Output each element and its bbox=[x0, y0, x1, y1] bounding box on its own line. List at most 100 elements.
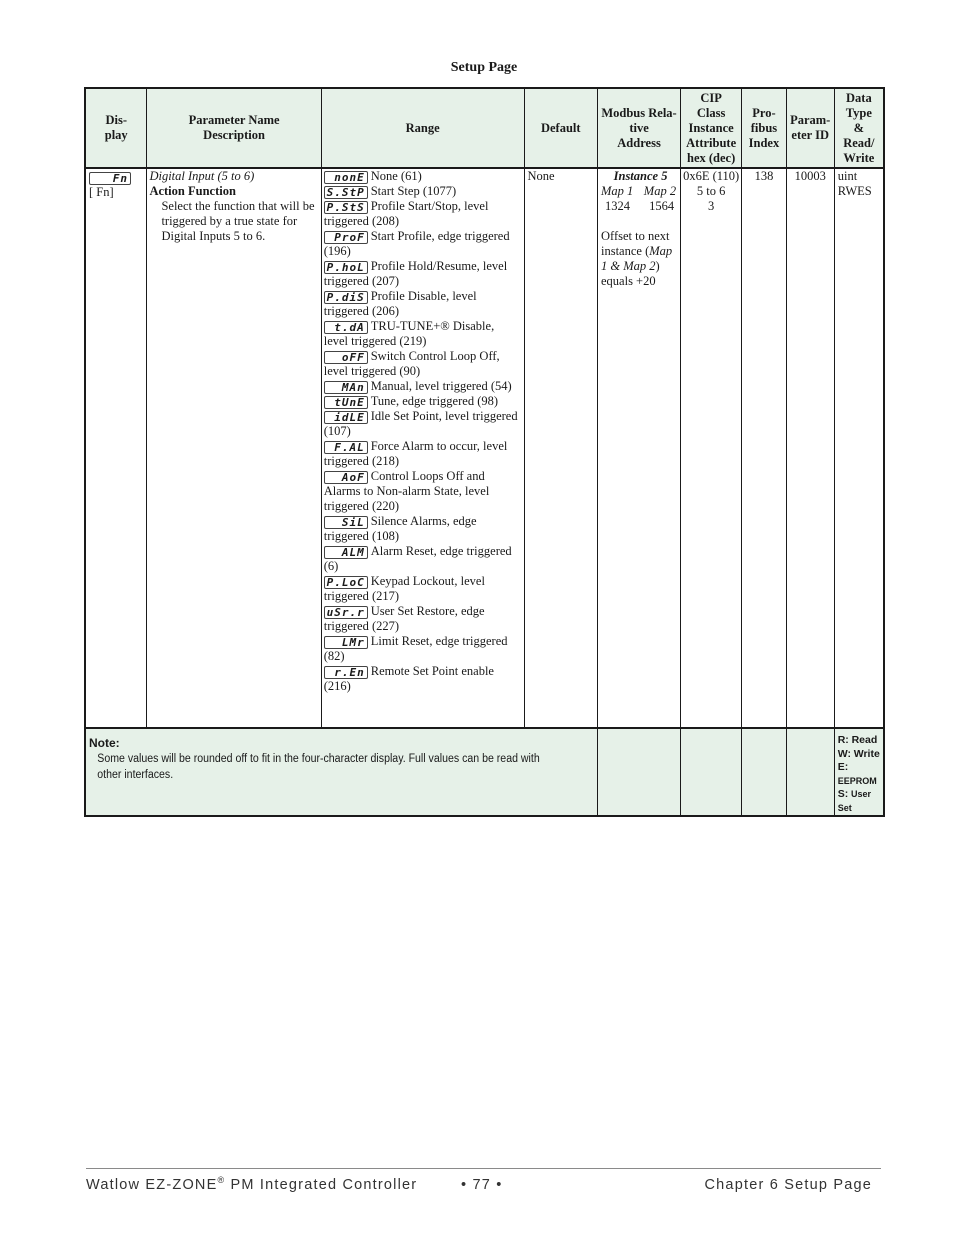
header-line: CIP bbox=[700, 90, 722, 105]
range-option: AoF Control Loops Off and Alarms to Non-a… bbox=[323, 469, 522, 514]
range-option: LMr Limit Reset, edge triggered (82) bbox=[323, 634, 522, 664]
legend-key: E: bbox=[837, 761, 849, 773]
legend-value: Write bbox=[853, 747, 880, 760]
seven-segment-code-icon: AoF bbox=[323, 470, 368, 484]
header-line: Class bbox=[696, 105, 726, 120]
data-type: uint bbox=[837, 169, 858, 183]
header-line: hex (dec) bbox=[687, 150, 736, 165]
legend-item: S: User Set bbox=[838, 788, 881, 815]
cip-attribute: 3 bbox=[708, 199, 715, 213]
cip-cell: 0x6E (110) 5 to 6 3 bbox=[680, 167, 743, 729]
read-write: RWES bbox=[837, 184, 872, 198]
header-line: Parameter Name bbox=[188, 113, 280, 127]
seven-segment-code-icon: P.LoC bbox=[323, 575, 368, 589]
range-option: ProF Start Profile, edge triggered (196) bbox=[323, 229, 522, 259]
header-cip: CIP Class Instance Attribute hex (dec) bbox=[680, 87, 743, 169]
seven-segment-code-icon: F.AL bbox=[323, 440, 368, 454]
parameter-group: Digital Input (5 to 6) bbox=[149, 169, 255, 183]
header-line: Attribute bbox=[686, 135, 737, 150]
footer-product: Watlow EZ-ZONE® PM Integrated Controller bbox=[86, 1176, 461, 1193]
data-type-cell: uint RWES bbox=[833, 167, 885, 729]
page-title: Setup Page bbox=[450, 60, 518, 75]
note-row: Note: Some values will be rounded off to… bbox=[84, 727, 885, 817]
header-display: Dis-play bbox=[84, 87, 148, 169]
header-line: Read/ bbox=[843, 135, 875, 150]
range-option: P.diS Profile Disable, level triggered (2… bbox=[323, 289, 522, 319]
range-list: nonE None (61) S.StP Start Step (1077) P.StS… bbox=[323, 169, 522, 694]
modbus-cell: Instance 5 Map 1 Map 2 1324 1564 Offset … bbox=[596, 167, 682, 729]
range-option: uSr.r User Set Restore, edge triggered (2… bbox=[323, 604, 522, 634]
display-label: [ Fn] bbox=[89, 185, 114, 200]
seven-segment-code-icon: ProF bbox=[323, 230, 368, 244]
modbus-offset-note: Offset to next instance (Map 1 & Map 2) … bbox=[601, 229, 680, 289]
map2-value: 1564 bbox=[649, 199, 675, 213]
seven-segment-code-icon: LMr bbox=[323, 635, 368, 649]
modbus-instance: Instance 5 bbox=[613, 169, 668, 183]
header-data-type: Data Type & Read/Write bbox=[833, 87, 885, 169]
range-option: idLE Idle Set Point, level triggered (107… bbox=[323, 409, 522, 439]
parameter-name: Action Function bbox=[149, 184, 236, 198]
header-line: fibus bbox=[750, 120, 778, 135]
seven-segment-display-code: Fn bbox=[89, 172, 131, 186]
seven-segment-code-icon: S.StP bbox=[323, 185, 368, 199]
header-line: Dis- bbox=[105, 113, 127, 127]
range-option: t.dA TRU-TUNE+® Disable, level triggered … bbox=[323, 319, 522, 349]
header-line: Type bbox=[845, 105, 872, 120]
header-line: & bbox=[853, 120, 865, 135]
range-option: F.AL Force Alarm to occur, level triggere… bbox=[323, 439, 522, 469]
header-line: tive bbox=[629, 120, 649, 135]
chapter-title: Chapter 6 Setup Page bbox=[704, 1177, 872, 1193]
table-row: Fn [ Fn] Digital Input (5 to 6) Action F… bbox=[84, 167, 885, 729]
empty-cell bbox=[680, 727, 743, 817]
range-option: P.hoL Profile Hold/Resume, level triggere… bbox=[323, 259, 522, 289]
header-line: Param- bbox=[790, 113, 831, 127]
profibus-cell: 138 bbox=[741, 167, 787, 729]
empty-cell bbox=[596, 727, 682, 817]
page-footer: Watlow EZ-ZONE® PM Integrated Controller… bbox=[86, 1176, 872, 1193]
seven-segment-code-icon: nonE bbox=[323, 170, 368, 184]
seven-segment-code-icon: tUnE bbox=[323, 395, 368, 409]
read-write-legend: R: Read W: Write E: EEPROM S: User Set bbox=[833, 727, 885, 817]
range-option: r.En Remote Set Point enable (216) bbox=[323, 664, 522, 694]
setup-parameter-table: Dis-play Parameter Name Description Range… bbox=[84, 87, 885, 817]
product-name-rest: PM Integrated Controller bbox=[225, 1177, 418, 1193]
header-line: Data bbox=[846, 90, 872, 105]
range-option: ALM Alarm Reset, edge triggered (6) bbox=[323, 544, 522, 574]
seven-segment-code-icon: ALM bbox=[323, 545, 368, 559]
range-cell: nonE None (61) S.StP Start Step (1077) P.StS… bbox=[320, 167, 525, 729]
parameter-name-cell: Digital Input (5 to 6) Action Function S… bbox=[146, 167, 322, 729]
page-number: • 77 • bbox=[461, 1177, 503, 1193]
legend-key: S: bbox=[837, 788, 849, 800]
seven-segment-code-icon: MAn bbox=[323, 380, 368, 394]
seven-segment-code-icon: P.StS bbox=[323, 200, 368, 214]
parameter-id-cell: 10003 bbox=[785, 167, 835, 729]
range-option: S.StP Start Step (1077) bbox=[323, 184, 522, 199]
legend-key: W: bbox=[837, 747, 851, 760]
range-option-text: Tune, edge triggered (98) bbox=[370, 394, 499, 408]
range-option: SiL Silence Alarms, edge triggered (108) bbox=[323, 514, 522, 544]
header-line: Address bbox=[617, 135, 661, 150]
range-option: oFF Switch Control Loop Off, level trigge… bbox=[323, 349, 522, 379]
modbus-map-labels: Map 1 Map 2 bbox=[601, 184, 680, 199]
range-option-text: None (61) bbox=[370, 169, 422, 183]
display-cell: Fn [ Fn] bbox=[84, 167, 148, 729]
header-parameter-id: Param-eter ID bbox=[785, 87, 835, 169]
header-line: Description bbox=[203, 128, 265, 142]
seven-segment-code-icon: P.diS bbox=[323, 290, 368, 304]
empty-cell bbox=[785, 727, 835, 817]
map1-value: 1324 bbox=[605, 199, 630, 213]
cip-class: 0x6E (110) bbox=[683, 169, 740, 183]
range-option-text: Start Step (1077) bbox=[370, 184, 457, 198]
legend-value: Read bbox=[851, 734, 878, 746]
cip-instance: 5 to 6 bbox=[696, 184, 726, 198]
note-cell: Note: Some values will be rounded off to… bbox=[84, 727, 598, 817]
note-text: Some values will be rounded off to fit i… bbox=[97, 753, 540, 781]
range-option: P.StS Profile Start/Stop, level triggered… bbox=[323, 199, 522, 229]
note-label: Note: bbox=[89, 736, 120, 750]
header-line: Pro- bbox=[752, 105, 776, 120]
seven-segment-code-icon: SiL bbox=[323, 515, 368, 529]
seven-segment-code-icon: oFF bbox=[323, 350, 368, 364]
header-range: Range bbox=[320, 87, 525, 169]
modbus-map-values: 1324 1564 bbox=[601, 199, 680, 214]
seven-segment-code-icon: uSr.r bbox=[323, 605, 368, 619]
